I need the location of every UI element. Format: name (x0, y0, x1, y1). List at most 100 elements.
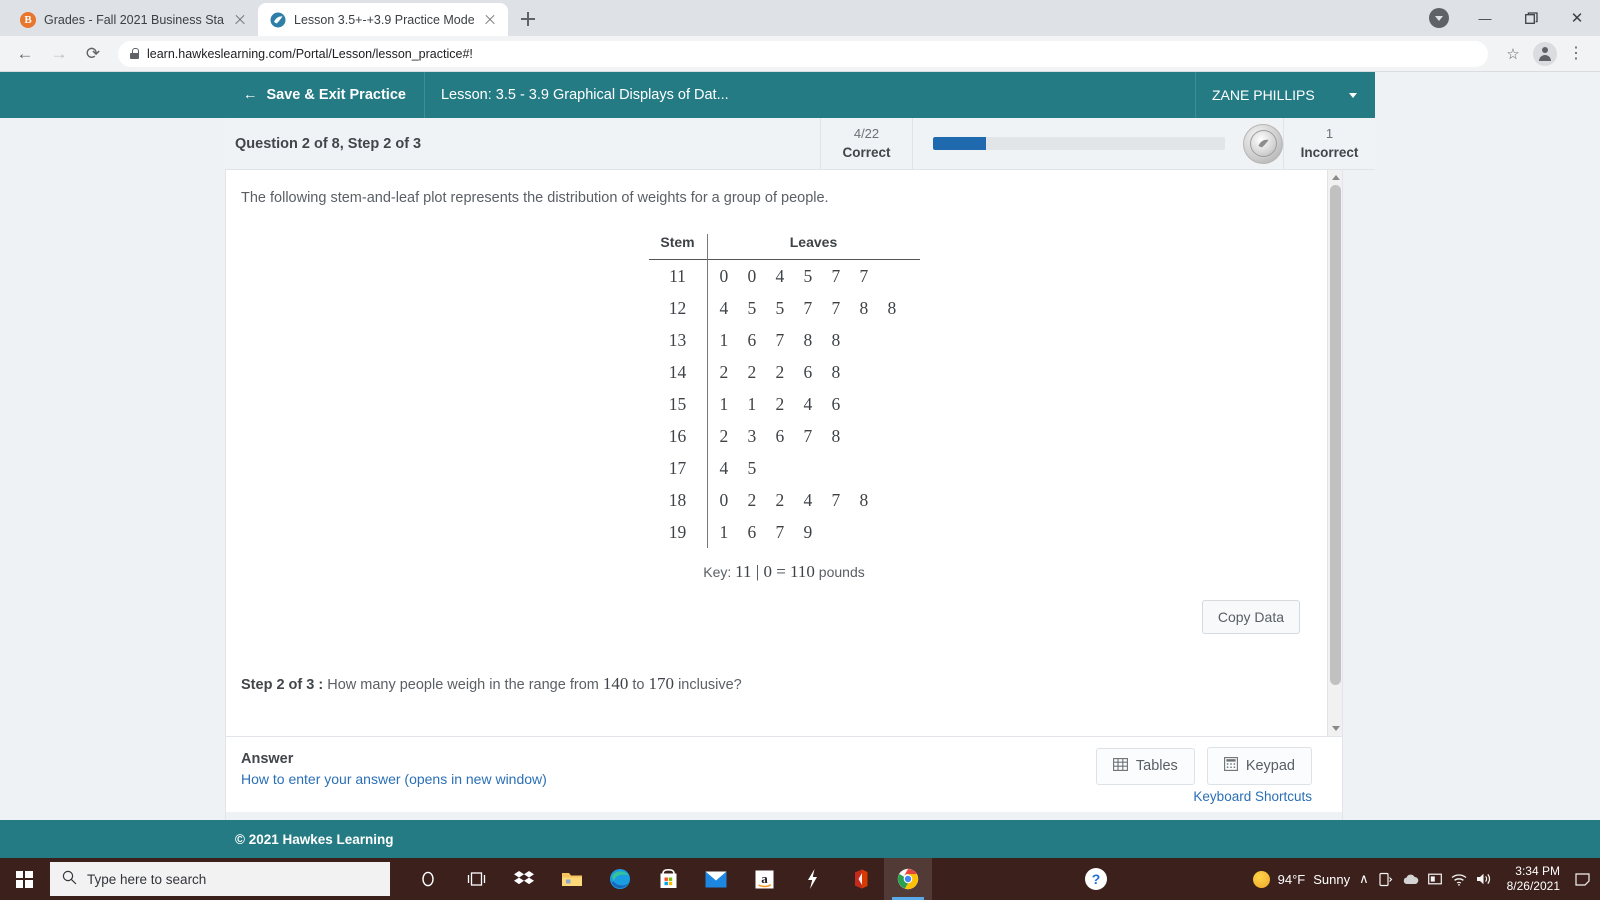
windows-taskbar: Type here to search a ? 94°F Sunny ∧ 3:3… (0, 858, 1600, 900)
stem-cell: 11 (669, 265, 686, 286)
microsoft-store-icon[interactable] (644, 858, 692, 900)
leaf-value: 2 (775, 361, 785, 382)
progress-bar-fill (933, 137, 986, 150)
file-explorer-icon[interactable] (548, 858, 596, 900)
taskbar-search-input[interactable]: Type here to search (50, 862, 390, 896)
leaves-header: Leaves (707, 234, 920, 260)
correct-count: 4/22 (853, 125, 880, 141)
leaf-value: 4 (719, 297, 729, 318)
leaf-value: 1 (747, 393, 757, 414)
window-close-button[interactable]: ✕ (1554, 2, 1600, 34)
keyboard-shortcuts-link[interactable]: Keyboard Shortcuts (1193, 789, 1312, 804)
browser-tab-0[interactable]: B Grades - Fall 2021 Business Statis (8, 3, 258, 36)
profile-avatar-button[interactable] (1530, 39, 1560, 69)
tab-close-icon[interactable] (482, 12, 498, 28)
new-tab-button[interactable] (514, 5, 542, 33)
back-button[interactable]: ← (10, 39, 40, 69)
leaves-cell: 004577 (708, 260, 920, 293)
scroll-down-arrow-icon[interactable] (1328, 721, 1342, 736)
leaf-value: 7 (803, 425, 813, 446)
volume-icon[interactable] (1476, 872, 1492, 886)
content-scrollbar[interactable] (1327, 170, 1342, 736)
leaf-value: 0 (719, 265, 729, 286)
app-header: ← Save & Exit Practice Lesson: 3.5 - 3.9… (0, 72, 1600, 118)
progress-section (912, 118, 1283, 169)
mail-icon[interactable] (692, 858, 740, 900)
scroll-up-arrow-icon[interactable] (1328, 170, 1342, 185)
cortana-icon[interactable] (404, 858, 452, 900)
sharex-icon[interactable] (788, 858, 836, 900)
key-math: 11 | 0 = 110 (735, 562, 815, 581)
url-text: learn.hawkeslearning.com/Portal/Lesson/l… (147, 46, 473, 61)
window-minimize-button[interactable]: — (1462, 2, 1508, 34)
save-exit-practice-button[interactable]: ← Save & Exit Practice (225, 72, 425, 118)
table-row: 11 0 0 4 5 7 7 (649, 259, 920, 293)
leaf-value: 8 (831, 425, 841, 446)
incorrect-count: 1 (1325, 125, 1334, 141)
save-exit-label: Save & Exit Practice (266, 87, 406, 103)
user-menu[interactable]: ZANE PHILLIPS (1195, 72, 1375, 118)
table-grid-icon (1112, 757, 1128, 775)
leaf-value: 6 (747, 329, 757, 350)
window-maximize-button[interactable] (1508, 2, 1554, 34)
answer-tools: Tables Keypad (1095, 747, 1312, 785)
task-view-icon[interactable] (452, 858, 500, 900)
tab-close-icon[interactable] (232, 12, 248, 28)
stem-cell: 13 (668, 329, 687, 350)
stem-leaf-table: Stem Leaves 11 0 0 4 5 7 7 12 4 5 5 7 7 8 8 13 1 6 7 8 8 14 2 2… (648, 234, 920, 548)
leaves-cell: 022478 (708, 484, 920, 516)
range-low-value: 140 (602, 674, 629, 693)
onedrive-cloud-icon[interactable] (1402, 873, 1419, 885)
chrome-menu-icon[interactable]: ⋮ (1562, 45, 1590, 62)
chrome-icon[interactable] (884, 858, 932, 900)
keypad-button[interactable]: Keypad (1206, 747, 1312, 785)
step-prefix: Step 2 of 3 : (241, 677, 324, 693)
table-row: 17 4 5 (649, 452, 920, 484)
notification-icon[interactable] (1575, 872, 1590, 887)
step-question-part-b: inclusive? (678, 677, 742, 693)
address-bar[interactable]: learn.hawkeslearning.com/Portal/Lesson/l… (118, 40, 1488, 67)
browser-tab-1[interactable]: Lesson 3.5+-+3.9 Practice Mode (258, 3, 508, 36)
leaves-cell: 45 (708, 452, 920, 484)
leaf-value: 7 (859, 265, 869, 286)
reload-button[interactable]: ⟳ (78, 39, 108, 69)
leaf-value: 7 (831, 489, 841, 510)
copy-data-button[interactable]: Copy Data (1201, 600, 1300, 634)
scrollbar-thumb[interactable] (1330, 185, 1341, 685)
leaf-value: 6 (831, 393, 841, 414)
leaf-value: 1 (719, 329, 729, 350)
leaf-value: 2 (775, 393, 785, 414)
display-settings-icon[interactable] (1378, 872, 1393, 887)
chevron-down-icon (1349, 92, 1357, 98)
table-header-row: Stem Leaves (648, 234, 920, 260)
leaf-value: 2 (747, 489, 757, 510)
tray-expand-chevron-icon[interactable]: ∧ (1359, 871, 1369, 887)
leaf-value: 5 (747, 297, 757, 318)
windows-start-icon[interactable] (0, 858, 48, 900)
chrome-update-icon[interactable] (1416, 2, 1462, 34)
stem-cell: 16 (668, 425, 687, 446)
edge-icon[interactable] (596, 858, 644, 900)
help-circle-icon: ? (1085, 868, 1107, 890)
clock-date: 8/26/2021 (1506, 879, 1560, 893)
bookmark-star-icon[interactable]: ☆ (1498, 39, 1528, 69)
calculator-icon (1223, 757, 1238, 775)
tables-button[interactable]: Tables (1095, 747, 1195, 785)
help-button[interactable]: ? (1085, 868, 1107, 890)
dropbox-icon[interactable] (500, 858, 548, 900)
taskbar-clock[interactable]: 3:34 PM 8/26/2021 (1501, 864, 1566, 894)
amazon-icon[interactable]: a (740, 858, 788, 900)
wifi-icon[interactable] (1451, 873, 1467, 886)
forward-button[interactable]: → (44, 39, 74, 69)
stem-cell: 12 (668, 297, 687, 318)
question-step-label: Question 2 of 8, Step 2 of 3 (235, 135, 422, 152)
table-row: 13 1 6 7 8 8 (649, 324, 920, 356)
leaf-value: 4 (719, 457, 729, 478)
leaf-value: 0 (719, 489, 729, 510)
action-center-box-icon[interactable] (1427, 872, 1442, 886)
weather-widget[interactable]: 94°F Sunny (1252, 870, 1350, 888)
office-icon[interactable] (836, 858, 884, 900)
range-high-value: 170 (648, 674, 675, 693)
stem-and-leaf-plot: Stem Leaves 11 0 0 4 5 7 7 12 4 5 5 7 7 8 8 13 1 6 7 8 8 14 2 2… (226, 234, 1342, 548)
step-question-part-a: How many people weigh in the range from (327, 677, 599, 693)
